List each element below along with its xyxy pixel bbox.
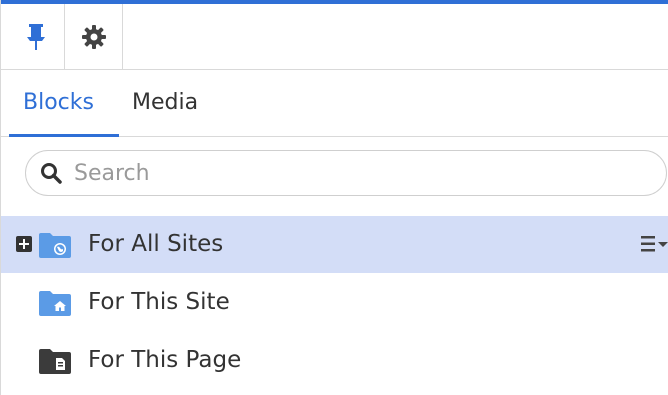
globe-folder-icon [39, 233, 71, 258]
search-input[interactable] [74, 157, 654, 189]
search-icon [41, 163, 62, 184]
menu-icon[interactable] [641, 232, 668, 256]
blocks-panel: Blocks Media For All Sites [0, 0, 668, 395]
pin-button[interactable] [7, 4, 65, 69]
pin-icon [26, 23, 45, 50]
page-folder-icon [39, 349, 71, 374]
tree-item-for-this-site[interactable]: For This Site [1, 274, 668, 331]
settings-button[interactable] [65, 4, 123, 69]
home-folder-icon [39, 291, 71, 316]
tab-blocks[interactable]: Blocks [23, 70, 94, 136]
tab-media[interactable]: Media [132, 70, 198, 136]
tree-item-label: For All Sites [88, 231, 224, 257]
gear-icon [81, 24, 106, 49]
panel-toolbar [1, 4, 668, 70]
search-box [25, 150, 667, 196]
expand-icon[interactable] [16, 236, 32, 252]
panel-tabs: Blocks Media [1, 70, 668, 137]
active-tab-indicator [9, 134, 119, 137]
tree-item-label: For This Site [88, 289, 230, 315]
tree-item-for-this-page[interactable]: For This Page [1, 332, 668, 389]
tree-item-label: For This Page [88, 347, 242, 373]
tree-item-for-all-sites[interactable]: For All Sites [1, 216, 668, 273]
